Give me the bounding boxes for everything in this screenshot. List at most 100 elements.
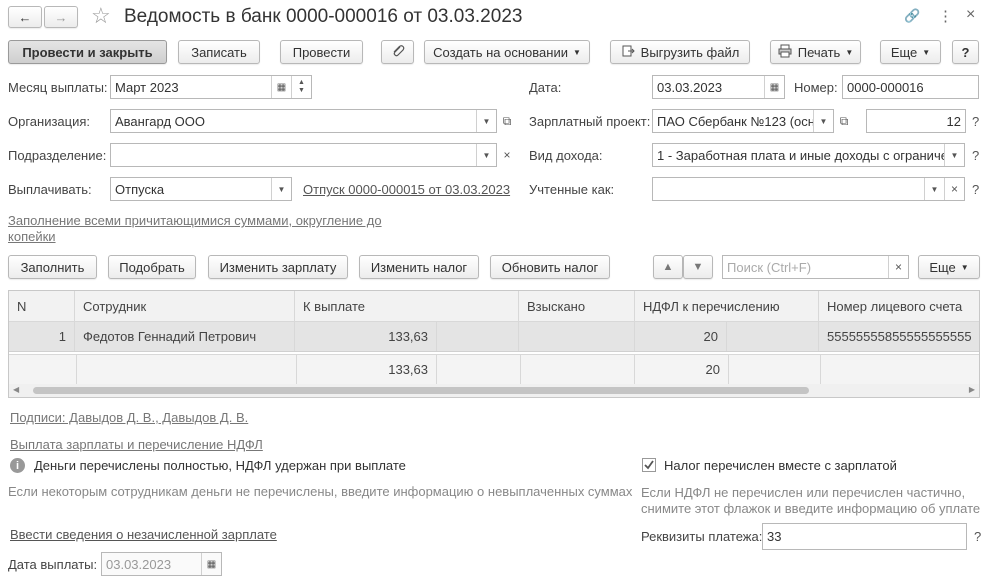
department-field[interactable]: ▼	[110, 143, 497, 167]
table-more-button[interactable]: Еще ▼	[918, 255, 980, 279]
fill-mode-link[interactable]: Заполнение всеми причитающимися суммами,…	[8, 213, 396, 245]
back-button[interactable]: ←	[8, 6, 42, 28]
update-tax-button[interactable]: Обновить налог	[490, 255, 610, 279]
dropdown-arrow-icon[interactable]: ▼	[813, 110, 833, 132]
payment-details-field[interactable]: 33	[762, 523, 967, 550]
more-actions-icon[interactable]: ⋮	[938, 7, 953, 25]
search-input[interactable]: Поиск (Ctrl+F) ×	[722, 255, 909, 279]
salary-project-number-value: 12	[946, 113, 961, 129]
calendar-icon[interactable]: ▦	[271, 76, 291, 98]
checkmark-icon	[644, 460, 654, 470]
row-employee: Федотов Геннадий Петрович	[75, 322, 295, 351]
organization-field[interactable]: Авангард ООО ▼	[110, 109, 497, 133]
payout-ndfl-link[interactable]: Выплата зарплаты и перечисление НДФЛ	[10, 437, 263, 452]
payout-hint-text: Если некоторым сотрудникам деньги не пер…	[8, 484, 633, 499]
counted-as-help-icon[interactable]: ?	[972, 182, 979, 197]
scroll-left-icon[interactable]: ◀	[13, 385, 19, 394]
salary-project-label: Зарплатный проект:	[529, 114, 651, 129]
pay-type-field[interactable]: Отпуска ▼	[110, 177, 292, 201]
scrollbar-thumb[interactable]	[33, 387, 809, 394]
dropdown-arrow-icon: ▼	[922, 47, 931, 57]
tax-hint-line2: снимите этот флажок и введите информацию…	[641, 501, 981, 516]
move-down-button[interactable]: ▼	[683, 255, 713, 279]
income-type-help-icon[interactable]: ?	[972, 148, 979, 163]
unpaid-salary-link[interactable]: Ввести сведения о незачисленной зарплате	[10, 527, 277, 542]
forward-button[interactable]: →	[44, 6, 78, 28]
link-icon[interactable]: 🔗	[904, 8, 920, 24]
open-organization-icon[interactable]: ⧉	[497, 109, 517, 133]
total-account	[821, 355, 981, 384]
pick-button[interactable]: Подобрать	[108, 255, 196, 279]
column-header[interactable]: Взыскано	[519, 291, 635, 321]
column-header[interactable]: Сотрудник	[75, 291, 295, 321]
arrow-up-icon: ▲	[662, 261, 674, 273]
column-header[interactable]: Номер лицевого счета	[819, 291, 981, 321]
tax-paid-label[interactable]: Налог перечислен вместе с зарплатой	[664, 458, 897, 473]
income-type-label: Вид дохода:	[529, 148, 603, 163]
pay-date-field[interactable]: 03.03.2023 ▦	[101, 552, 222, 576]
post-button[interactable]: Провести	[280, 40, 363, 64]
total-to-pay: 133,63	[297, 355, 437, 384]
dropdown-arrow-icon[interactable]: ▼	[924, 178, 944, 200]
export-file-label: Выгрузить файл	[640, 44, 740, 60]
signatures-link[interactable]: Подписи: Давыдов Д. В., Давыдов Д. В.	[10, 410, 248, 425]
dropdown-arrow-icon[interactable]: ▼	[271, 178, 291, 200]
dropdown-arrow-icon[interactable]: ▼	[476, 144, 496, 166]
number-value: 0000-000016	[847, 79, 924, 95]
date-label: Дата:	[529, 80, 562, 95]
dropdown-arrow-icon[interactable]: ▼	[476, 110, 496, 132]
salary-project-number-field[interactable]: 12	[866, 109, 966, 133]
payment-details-help-icon[interactable]: ?	[974, 529, 981, 544]
column-header[interactable]: К выплате	[295, 291, 519, 321]
calendar-icon[interactable]: ▦	[764, 76, 784, 98]
help-button[interactable]: ?	[952, 40, 979, 64]
horizontal-scrollbar[interactable]: ◀ ▶	[9, 384, 979, 397]
row-account: 55555555855555555555	[827, 329, 972, 344]
calendar-icon[interactable]: ▦	[201, 553, 221, 575]
total-employee	[77, 355, 297, 384]
stepper-icon[interactable]: ▲ ▼	[291, 76, 311, 98]
table-row[interactable]: 1 Федотов Геннадий Петрович 133,63 20 55…	[9, 322, 979, 352]
month-value: Март 2023	[115, 79, 179, 95]
clear-counted-as-icon[interactable]: ×	[944, 178, 964, 200]
row-ndfl: 20	[635, 322, 727, 351]
column-header[interactable]: НДФЛ к перечислению	[635, 291, 819, 321]
employees-table[interactable]: N Сотрудник К выплате Взыскано НДФЛ к пе…	[8, 290, 980, 398]
fill-button[interactable]: Заполнить	[8, 255, 97, 279]
clear-department-icon[interactable]: ×	[497, 143, 517, 167]
vacation-document-link[interactable]: Отпуск 0000-000015 от 03.03.2023	[303, 182, 510, 197]
write-button[interactable]: Записать	[178, 40, 260, 64]
create-based-on-button[interactable]: Создать на основании ▼	[424, 40, 590, 64]
more-button[interactable]: Еще ▼	[880, 40, 941, 64]
pay-date-value: 03.03.2023	[106, 556, 172, 572]
open-salary-project-icon[interactable]: ⧉	[834, 109, 854, 133]
print-button[interactable]: Печать ▼	[770, 40, 861, 64]
salary-project-value: ПАО Сбербанк №123 (осн	[657, 113, 813, 129]
clear-search-icon[interactable]: ×	[888, 256, 908, 278]
arrow-down-icon: ▼	[692, 261, 704, 273]
dropdown-arrow-icon[interactable]: ▼	[944, 144, 964, 166]
dropdown-arrow-icon: ▼	[960, 262, 969, 272]
organization-label: Организация:	[8, 114, 91, 129]
post-and-close-button[interactable]: Провести и закрыть	[8, 40, 167, 64]
month-field[interactable]: Март 2023 ▦ ▲ ▼	[110, 75, 312, 99]
salary-project-field[interactable]: ПАО Сбербанк №123 (осн ▼	[652, 109, 834, 133]
move-up-button[interactable]: ▲	[653, 255, 683, 279]
change-tax-button[interactable]: Изменить налог	[359, 255, 479, 279]
close-icon[interactable]: ×	[966, 6, 975, 24]
export-file-button[interactable]: Выгрузить файл	[610, 40, 750, 64]
date-field[interactable]: 03.03.2023 ▦	[652, 75, 785, 99]
tax-paid-checkbox[interactable]	[642, 458, 656, 472]
scroll-right-icon[interactable]: ▶	[969, 385, 975, 394]
more-label: Еще	[890, 44, 918, 60]
counted-as-field[interactable]: ▼ ×	[652, 177, 965, 201]
column-header[interactable]: N	[9, 291, 75, 321]
table-more-label: Еще	[929, 259, 956, 275]
change-salary-button[interactable]: Изменить зарплату	[208, 255, 348, 279]
attach-button[interactable]	[381, 40, 414, 64]
organization-value: Авангард ООО	[115, 113, 205, 129]
favorite-star-icon[interactable]: ☆	[91, 3, 111, 29]
income-type-field[interactable]: 1 - Заработная плата и иные доходы с огр…	[652, 143, 965, 167]
salary-project-help-icon[interactable]: ?	[972, 114, 979, 129]
number-field[interactable]: 0000-000016	[842, 75, 979, 99]
